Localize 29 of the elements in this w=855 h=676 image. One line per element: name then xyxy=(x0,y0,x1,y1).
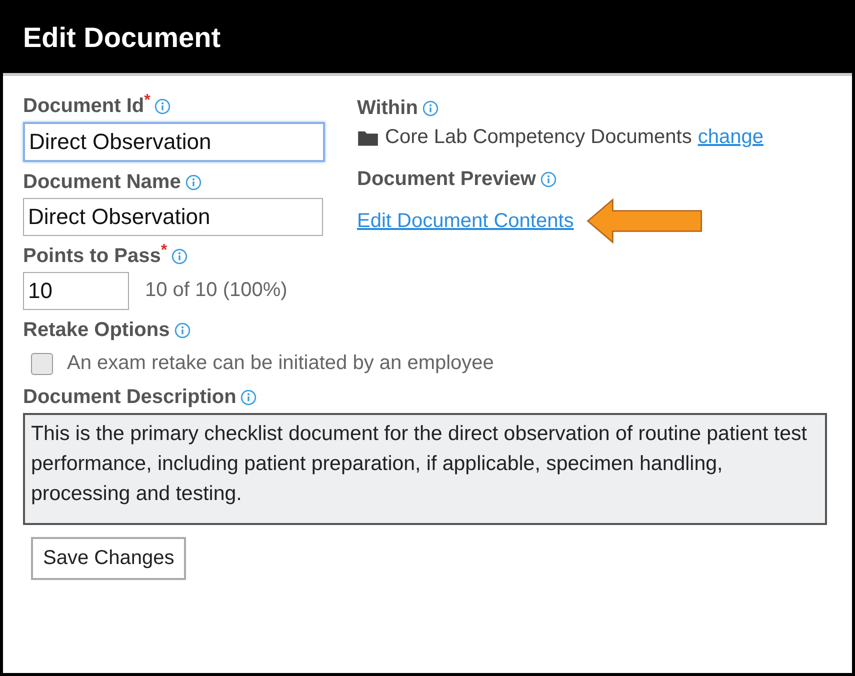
info-icon[interactable] xyxy=(422,100,439,116)
info-icon[interactable] xyxy=(171,248,188,264)
field-label: Points to Pass xyxy=(23,244,161,268)
dialog-title: Edit Document xyxy=(23,22,221,54)
field-label: Retake Options xyxy=(23,318,170,342)
field-label: Document Preview xyxy=(357,168,536,190)
checkbox[interactable] xyxy=(31,352,53,374)
field-label: Document Name xyxy=(23,170,181,194)
required-mark: * xyxy=(160,242,168,260)
points-summary: 10 of 10 (100%) xyxy=(145,278,288,302)
field-label: Within xyxy=(357,96,418,120)
text-field[interactable]: Direct Observation xyxy=(23,198,323,236)
info-icon[interactable] xyxy=(174,322,191,338)
required-mark: * xyxy=(144,92,150,110)
folder-name: Core Lab Competency Documents xyxy=(385,126,692,149)
info-icon[interactable] xyxy=(540,170,557,188)
info-icon[interactable] xyxy=(154,98,172,114)
text-field[interactable]: Direct Observation xyxy=(23,122,325,162)
edit-contents-link[interactable]: Edit Document Contents xyxy=(357,210,574,232)
field-label: Document Description xyxy=(23,386,236,408)
folder-icon xyxy=(357,128,379,146)
change-link[interactable]: change xyxy=(698,126,764,149)
info-icon[interactable] xyxy=(240,388,258,406)
description-field[interactable]: This is the primary checklist document for the direct observation of routine patient test performance, including patient preparation, if applicable, specimen handling, processing and testing. xyxy=(23,413,827,525)
checkbox-label: An exam retake can be initiated by an employee xyxy=(67,352,494,375)
field-label: Document Id xyxy=(23,94,144,118)
info-icon[interactable] xyxy=(184,174,202,190)
points-field[interactable]: 10 xyxy=(23,272,129,310)
save-button[interactable]: Save Changes xyxy=(31,537,186,580)
